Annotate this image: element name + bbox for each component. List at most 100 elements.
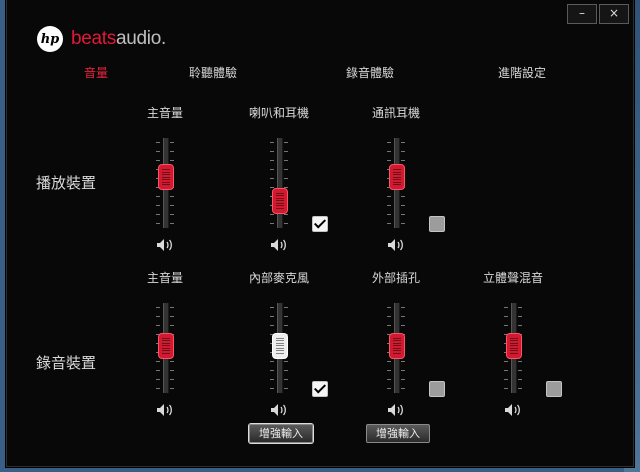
slider-tick bbox=[170, 151, 174, 152]
playback-label-0: 主音量 bbox=[146, 106, 183, 120]
thumb-grip bbox=[276, 342, 284, 344]
tab-recording-experience[interactable]: 錄音體驗 bbox=[346, 64, 394, 81]
close-button[interactable]: × bbox=[599, 4, 629, 24]
slider-thumb[interactable] bbox=[506, 332, 522, 359]
thumb-grip bbox=[276, 202, 284, 204]
slider-tick bbox=[518, 361, 522, 362]
thumb-grip bbox=[510, 347, 518, 349]
slider-tick bbox=[401, 388, 405, 389]
recording-boost-input-button-1[interactable]: 增強輸入 bbox=[249, 424, 313, 443]
slider-tick bbox=[156, 223, 160, 224]
playback-volume-slider-1[interactable] bbox=[264, 138, 294, 228]
tab-advanced-settings[interactable]: 進階設定 bbox=[498, 64, 546, 81]
slider-thumb[interactable] bbox=[389, 164, 405, 191]
speaker-icon[interactable] bbox=[270, 402, 290, 416]
speaker-icon[interactable] bbox=[156, 402, 176, 416]
playback-volume-slider-2[interactable] bbox=[381, 138, 411, 228]
thumb-grip bbox=[162, 347, 170, 349]
slider-tick bbox=[156, 379, 160, 380]
slider-tick bbox=[504, 307, 508, 308]
slider-tick bbox=[504, 316, 508, 317]
slider-tick bbox=[387, 388, 391, 389]
thumb-grip bbox=[393, 184, 401, 186]
slider-tick bbox=[270, 169, 274, 170]
slider-tick bbox=[270, 361, 274, 362]
tab-listening-experience[interactable]: 聆聽體驗 bbox=[189, 64, 237, 81]
minimize-icon: – bbox=[579, 6, 585, 20]
slider-tick bbox=[401, 307, 405, 308]
recording-mute-checkbox-1[interactable] bbox=[312, 381, 328, 397]
beats-audio-wordmark: beatsaudio. bbox=[71, 28, 166, 50]
playback-mute-checkbox-2[interactable] bbox=[429, 216, 445, 232]
slider-tick bbox=[387, 151, 391, 152]
recording-devices-title: 錄音裝置 bbox=[36, 354, 97, 372]
slider-tick bbox=[387, 160, 391, 161]
speaker-icon[interactable] bbox=[387, 237, 407, 251]
slider-tick bbox=[170, 160, 174, 161]
speaker-icon[interactable] bbox=[270, 237, 290, 251]
recording-boost-input-button-2[interactable]: 增強輸入 bbox=[366, 424, 430, 443]
slider-tick bbox=[387, 370, 391, 371]
slider-tick bbox=[156, 307, 160, 308]
slider-thumb[interactable] bbox=[272, 332, 288, 359]
slider-track[interactable] bbox=[277, 138, 283, 228]
slider-tick bbox=[270, 214, 274, 215]
slider-tick bbox=[401, 370, 405, 371]
thumb-grip bbox=[162, 181, 170, 183]
thumb-grip bbox=[162, 340, 170, 342]
thumb-grip bbox=[393, 350, 401, 352]
slider-tick bbox=[170, 142, 174, 143]
thumb-grip bbox=[276, 340, 284, 342]
audio-text: audio. bbox=[115, 28, 166, 49]
slider-tick bbox=[518, 370, 522, 371]
hp-beats-logo: hp beatsaudio. bbox=[37, 26, 166, 52]
slider-tick bbox=[518, 316, 522, 317]
slider-tick bbox=[401, 379, 405, 380]
slider-tick bbox=[170, 223, 174, 224]
slider-tick bbox=[156, 196, 160, 197]
playback-volume-slider-0[interactable] bbox=[150, 138, 180, 228]
recording-volume-slider-3[interactable] bbox=[498, 303, 528, 393]
thumb-grip bbox=[510, 342, 518, 344]
recording-volume-slider-0[interactable] bbox=[150, 303, 180, 393]
thumb-grip bbox=[393, 352, 401, 354]
slider-tick bbox=[170, 361, 174, 362]
slider-tick bbox=[284, 178, 288, 179]
slider-tick bbox=[270, 388, 274, 389]
thumb-grip bbox=[276, 207, 284, 209]
slider-tick bbox=[387, 325, 391, 326]
playback-mute-checkbox-1[interactable] bbox=[312, 216, 328, 232]
slider-tick bbox=[518, 379, 522, 380]
speaker-icon[interactable] bbox=[387, 402, 407, 416]
slider-thumb[interactable] bbox=[389, 332, 405, 359]
slider-tick bbox=[401, 214, 405, 215]
slider-thumb[interactable] bbox=[272, 187, 288, 214]
slider-tick bbox=[284, 361, 288, 362]
slider-tick bbox=[387, 214, 391, 215]
minimize-button[interactable]: – bbox=[567, 4, 597, 24]
recording-mute-checkbox-2[interactable] bbox=[429, 381, 445, 397]
slider-tick bbox=[504, 325, 508, 326]
recording-label-2: 外部插孔 bbox=[371, 271, 420, 285]
thumb-grip bbox=[162, 174, 170, 176]
recording-mute-checkbox-3[interactable] bbox=[546, 381, 562, 397]
slider-tick bbox=[270, 178, 274, 179]
window-controls: – × bbox=[565, 4, 629, 24]
recording-volume-slider-1[interactable] bbox=[264, 303, 294, 393]
slider-tick bbox=[387, 142, 391, 143]
thumb-grip bbox=[276, 345, 284, 347]
beats-audio-window: – × hp beatsaudio. 音量 聆聽體驗 錄音體驗 進階設定 播放裝… bbox=[6, 0, 634, 467]
slider-tick bbox=[156, 160, 160, 161]
slider-thumb[interactable] bbox=[158, 164, 174, 191]
thumb-grip bbox=[393, 174, 401, 176]
speaker-icon[interactable] bbox=[504, 402, 524, 416]
tab-volume[interactable]: 音量 bbox=[84, 64, 108, 81]
thumb-grip bbox=[276, 352, 284, 354]
slider-tick bbox=[170, 316, 174, 317]
slider-tick bbox=[504, 379, 508, 380]
thumb-grip bbox=[393, 342, 401, 344]
recording-volume-slider-2[interactable] bbox=[381, 303, 411, 393]
thumb-grip bbox=[393, 171, 401, 173]
slider-thumb[interactable] bbox=[158, 332, 174, 359]
speaker-icon[interactable] bbox=[156, 237, 176, 251]
